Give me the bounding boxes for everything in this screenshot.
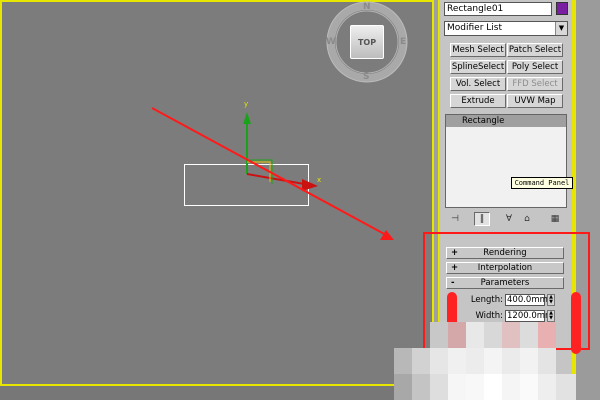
spline-select-button[interactable]: SplineSelect: [450, 60, 506, 74]
remove-modifier-icon[interactable]: ⌂: [519, 212, 535, 226]
show-end-result-icon[interactable]: ‖: [474, 212, 490, 226]
vol-select-button[interactable]: Vol. Select: [450, 77, 506, 91]
command-panel-tooltip: Command Panel: [511, 177, 573, 189]
viewcube-top-face[interactable]: TOP: [350, 25, 384, 59]
stack-item-rectangle[interactable]: Rectangle: [446, 115, 566, 127]
extrude-button[interactable]: Extrude: [450, 94, 506, 108]
uvw-map-button[interactable]: UVW Map: [507, 94, 563, 108]
axis-x-label: x: [317, 176, 321, 184]
compass-north[interactable]: N: [363, 2, 371, 12]
viewport-bottom-strip: [0, 386, 434, 400]
modifier-list-dropdown[interactable]: Modifier List ▼: [444, 21, 568, 36]
viewcube[interactable]: N S E W TOP: [325, 0, 409, 84]
compass-east[interactable]: E: [400, 37, 406, 47]
pixelated-overlay: [394, 322, 576, 400]
make-unique-icon[interactable]: ∀: [501, 212, 517, 226]
axis-y-label: y: [244, 100, 248, 108]
ffd-select-button: FFD Select: [507, 77, 563, 91]
poly-select-button[interactable]: Poly Select: [507, 60, 563, 74]
patch-select-button[interactable]: Patch Select: [507, 43, 563, 57]
pin-stack-icon[interactable]: ⊣: [447, 212, 463, 226]
compass-west[interactable]: W: [326, 37, 336, 47]
configure-sets-icon[interactable]: ▦: [547, 212, 563, 226]
modifier-stack[interactable]: Rectangle: [445, 114, 567, 208]
mesh-select-button[interactable]: Mesh Select: [450, 43, 506, 57]
object-name-field[interactable]: Rectangle01: [444, 2, 552, 16]
transform-gizmo[interactable]: y x: [230, 96, 340, 196]
object-color-swatch[interactable]: [556, 2, 568, 15]
modifier-list-label: Modifier List: [447, 23, 502, 33]
compass-south[interactable]: S: [363, 72, 369, 82]
stack-toolbar: ⊣ ‖ ∀ ⌂ ▦: [445, 212, 567, 226]
chevron-down-icon[interactable]: ▼: [555, 22, 567, 35]
